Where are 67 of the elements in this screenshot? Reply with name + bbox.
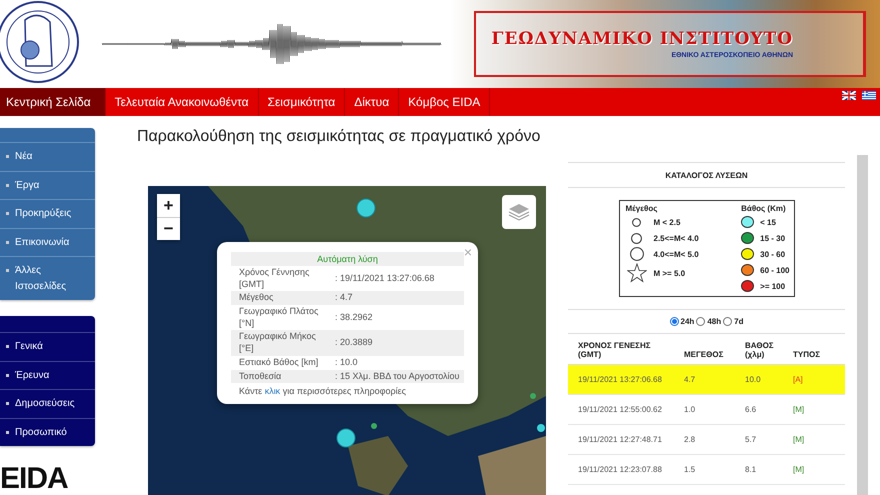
nav-link[interactable]: Κεντρική Σελίδα [0, 88, 106, 116]
scrollbar[interactable] [857, 155, 868, 495]
uk-flag-icon[interactable] [842, 91, 856, 100]
radio-icon[interactable] [696, 317, 706, 326]
popup-label: Γεωγραφικό Πλάτος [°N] [231, 305, 327, 330]
popup-label: Μέγεθος [231, 291, 327, 306]
sidebar-link[interactable]: Έρευνα [0, 360, 95, 389]
zoom-in-button[interactable]: + [157, 194, 180, 217]
circle-icon [632, 218, 641, 226]
legend-label: >= 100 [760, 282, 786, 290]
period-radio[interactable]: 48h [696, 317, 722, 326]
earthquake-marker[interactable] [336, 428, 356, 448]
popup-value: : 15 Χλμ. ΒΒΔ του Αργοστολίου [327, 370, 464, 384]
radio-icon[interactable] [723, 317, 732, 326]
table-cell: [A] [783, 365, 845, 395]
legend-title: Βάθος (Km) [741, 204, 787, 213]
popup-label: Χρόνος Γέννησης [GMT] [231, 266, 327, 292]
legend-label: M >= 5.0 [654, 268, 686, 278]
legend-label: 15 - 30 [760, 234, 786, 242]
table-cell: 4.7 [674, 365, 735, 395]
popup-footer: Κάντε κλικ για περισσότερες πληροφορίες [231, 383, 464, 396]
greek-flag-icon[interactable] [862, 91, 876, 100]
legend-title: Μέγεθος [626, 204, 658, 213]
sidebar-link[interactable]: Δημοσιεύσεις [0, 389, 95, 418]
nav-link[interactable]: Κόμβος EIDA [399, 88, 490, 116]
period-radio[interactable]: 24h [670, 317, 694, 326]
sidebar-link[interactable]: Επικοινωνία [0, 228, 95, 256]
popup-label: Τοποθεσία [231, 370, 327, 384]
circle-icon [630, 247, 644, 261]
layers-icon [508, 202, 530, 222]
zoom-out-button[interactable]: − [157, 217, 180, 240]
popup-title: Αυτόματη λύση [231, 252, 464, 266]
nav-link[interactable]: Δίκτυα [345, 88, 400, 116]
more-info-link[interactable]: κλικ [264, 386, 280, 396]
table-cell: 19/11/2021 13:27:06.68 [568, 365, 674, 395]
period-radio[interactable]: 7d [723, 317, 744, 326]
satellite-map[interactable] [148, 186, 546, 495]
popup-value: : 4.7 [327, 291, 464, 306]
layers-button[interactable] [502, 195, 536, 229]
radio-icon[interactable] [670, 317, 679, 326]
earthquake-marker[interactable] [530, 393, 536, 399]
earthquake-marker[interactable] [537, 424, 545, 432]
eida-logo: EIDA [0, 464, 69, 494]
earthquake-marker[interactable] [356, 198, 376, 218]
nav-link[interactable]: Σεισμικότητα [258, 88, 346, 116]
popup-label: Γεωγραφικό Μήκος [°E] [231, 330, 327, 356]
nav-link[interactable]: Τελευταία Ανακοινωθέντα [106, 88, 259, 116]
sidebar-link[interactable]: Άλλες Ιστοσελίδες [0, 256, 95, 300]
institute-title: ΓΕΩΔΥΝΑΜΙΚΟ ΙΝΣΤΙΤΟΥΤΟ [491, 29, 793, 49]
sidebar-link[interactable]: Έργα [0, 170, 95, 199]
legend-label: < 15 [760, 218, 776, 226]
sidebar-link[interactable]: Γενικά [0, 332, 95, 360]
page-title: Παρακολούθηση της σεισμικότητας σε πραγματικό χρόνο [137, 128, 540, 146]
sidebar-link[interactable]: Προσωπικό [0, 418, 95, 446]
popup-value: : 20.3889 [327, 330, 464, 356]
table-cell: 10.0 [735, 365, 783, 395]
legend-label: M < 2.5 [654, 218, 680, 226]
circle-icon [631, 232, 642, 244]
earthquake-marker[interactable] [371, 423, 377, 429]
legend-label: 60 - 100 [760, 266, 790, 274]
sidebar-link[interactable]: Νέα [0, 142, 95, 170]
star-icon [626, 263, 646, 283]
legend-label: 4.0<=M< 5.0 [654, 250, 699, 258]
legend-label: 2.5<=M< 4.0 [654, 234, 699, 242]
sidebar-link[interactable]: Προκηρύξεις [0, 199, 95, 228]
catalog-title: ΚΑΤΑΛΟΓΟΣ ΛΥΣΕΩΝ [568, 163, 845, 188]
legend-label: 30 - 60 [760, 250, 786, 258]
